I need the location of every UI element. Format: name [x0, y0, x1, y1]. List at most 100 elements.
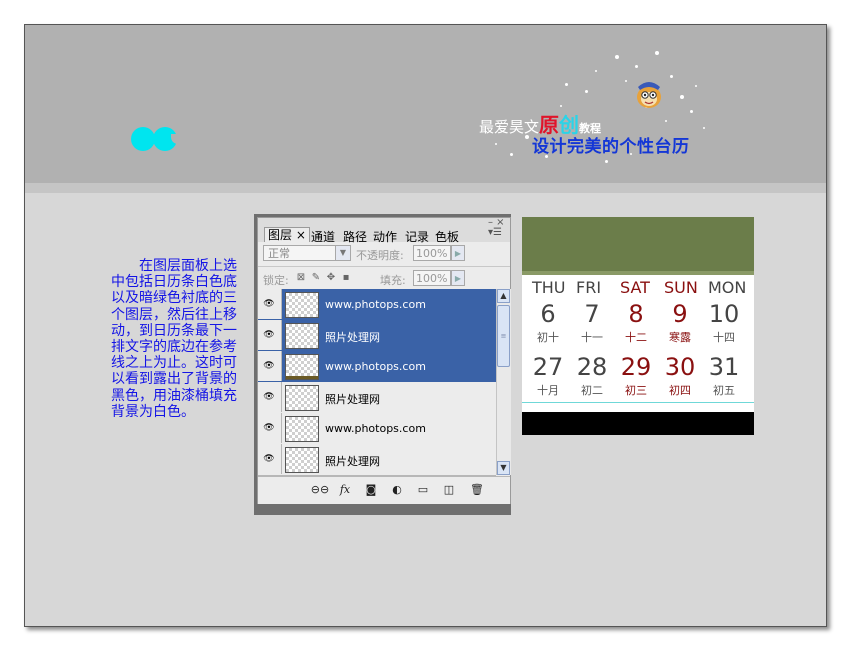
- layer-thumbnail: [285, 447, 319, 473]
- weekday-label: SAT: [620, 278, 650, 297]
- site-logo: [131, 127, 184, 153]
- calendar-separator: [522, 271, 754, 275]
- tutorial-frame: 最爱昊文原创教程 设计完美的个性台历 在图层面板上选中包括日历条白色底以及暗绿色…: [24, 24, 827, 627]
- calendar-green-header: [522, 217, 754, 271]
- tutorial-subtitle: 设计完美的个性台历: [532, 137, 690, 157]
- day-number: 27: [532, 353, 564, 381]
- day-number: 29: [620, 353, 652, 381]
- folder-icon[interactable]: ▭: [416, 483, 430, 497]
- weekday-label: SUN: [664, 278, 698, 297]
- lunar-date: 十一: [581, 331, 603, 344]
- opacity-input[interactable]: 100%: [413, 245, 451, 261]
- lunar-date: 寒露: [669, 331, 691, 344]
- opacity-slider-arrow-icon[interactable]: ▶: [451, 245, 465, 261]
- lock-move-icon[interactable]: ✥: [326, 273, 336, 283]
- layer-row[interactable]: 👁 照片处理网: [258, 444, 496, 476]
- sparkle: [690, 110, 693, 113]
- visibility-toggle[interactable]: 👁: [258, 320, 282, 350]
- sparkle: [615, 55, 619, 59]
- sparkle: [585, 90, 588, 93]
- new-layer-icon[interactable]: ◫: [442, 483, 456, 497]
- opacity-label: 不透明度:: [356, 249, 404, 262]
- layer-thumbnail: [285, 354, 319, 380]
- sparkle: [495, 143, 497, 145]
- panel-controls[interactable]: – × ▾☰: [488, 218, 505, 238]
- visibility-toggle[interactable]: 👁: [258, 289, 282, 319]
- calendar-preview: THU FRI SAT SUN MON 6 初十 7 十一 8 十二 9 寒露 10 十四 27 十月 28 初二 2…: [522, 217, 754, 435]
- layer-row[interactable]: 👁 www.photops.com: [258, 413, 496, 445]
- day-number: 10: [708, 300, 740, 328]
- visibility-toggle[interactable]: 👁: [258, 382, 282, 412]
- sparkle: [670, 75, 673, 78]
- blend-mode-value: 正常: [268, 247, 290, 260]
- eye-icon: 👁: [263, 330, 275, 340]
- day-number: 8: [628, 300, 644, 328]
- sparkle: [695, 85, 697, 87]
- fill-input[interactable]: 100%: [413, 270, 451, 286]
- sparkle: [605, 160, 608, 163]
- sparkle: [625, 80, 627, 82]
- panel-bottom-bar: ⊖⊖ fx ◙ ◐ ▭ ◫ 🗑: [258, 476, 510, 504]
- sparkle: [635, 65, 638, 68]
- layer-name: www.photops.com: [325, 422, 426, 435]
- blend-row: 正常 ▼ 不透明度: 100% ▶: [258, 242, 510, 264]
- lunar-date: 十月: [537, 384, 559, 397]
- day-number: 6: [540, 300, 556, 328]
- chevron-down-icon[interactable]: ▼: [335, 246, 350, 260]
- panel-tabbar: 图层 × 通道 路径 动作 记录 色板 – × ▾☰: [258, 218, 510, 244]
- sparkle: [560, 105, 562, 107]
- adjustment-icon[interactable]: ◐: [390, 483, 404, 497]
- layer-row[interactable]: 👁 www.photops.com: [258, 351, 496, 383]
- layer-row[interactable]: 👁 照片处理网: [258, 382, 496, 414]
- lock-label: 锁定:: [263, 274, 289, 287]
- layer-row[interactable]: 👁 www.photops.com: [258, 289, 496, 321]
- lunar-date: 十二: [625, 331, 647, 344]
- layer-thumbnail: [285, 323, 319, 349]
- day-number: 31: [708, 353, 740, 381]
- scroll-thumb[interactable]: ≡: [497, 305, 510, 367]
- fill-label: 填充:: [380, 274, 406, 287]
- lunar-date: 初五: [713, 384, 735, 397]
- layer-row[interactable]: 👁 照片处理网: [258, 320, 496, 352]
- sparkle: [595, 70, 597, 72]
- layer-list-scrollbar[interactable]: ▲ ≡ ▼: [496, 289, 511, 475]
- lunar-date: 初四: [669, 384, 691, 397]
- layer-thumbnail: [285, 416, 319, 442]
- visibility-toggle[interactable]: 👁: [258, 444, 282, 474]
- blend-mode-select[interactable]: 正常 ▼: [263, 245, 351, 261]
- sparkle: [680, 95, 684, 99]
- layer-name: www.photops.com: [325, 298, 426, 311]
- layer-thumbnail: [285, 385, 319, 411]
- day-number: 28: [576, 353, 608, 381]
- tab-layers[interactable]: 图层 ×: [264, 227, 310, 242]
- visibility-toggle[interactable]: 👁: [258, 413, 282, 443]
- scroll-down-icon[interactable]: ▼: [497, 461, 510, 475]
- header-banner: 最爱昊文原创教程 设计完美的个性台历: [25, 25, 826, 183]
- sparkle: [655, 51, 659, 55]
- lunar-date: 初三: [625, 384, 647, 397]
- layer-name: 照片处理网: [325, 393, 380, 406]
- weekday-label: FRI: [576, 278, 602, 297]
- layer-name: 照片处理网: [325, 331, 380, 344]
- day-number: 7: [584, 300, 600, 328]
- fill-slider-arrow-icon[interactable]: ▶: [451, 270, 465, 286]
- visibility-toggle[interactable]: 👁: [258, 351, 282, 381]
- scroll-up-icon[interactable]: ▲: [497, 289, 510, 303]
- weekday-label: MON: [708, 278, 747, 297]
- eye-icon: 👁: [263, 392, 275, 402]
- sparkle: [510, 153, 513, 156]
- weekday-label: THU: [532, 278, 566, 297]
- lock-brush-icon[interactable]: ✎: [311, 273, 321, 283]
- layers-panel: 图层 × 通道 路径 动作 记录 色板 – × ▾☰ 正常 ▼ 不透明度: 100…: [254, 214, 511, 515]
- link-icon[interactable]: ⊖⊖: [310, 483, 330, 497]
- sparkle: [703, 127, 706, 130]
- trash-icon[interactable]: 🗑: [470, 483, 484, 497]
- lock-all-icon[interactable]: ▪: [341, 273, 351, 283]
- guide-line: [522, 402, 754, 403]
- lock-transparency-icon[interactable]: ⊠: [296, 273, 306, 283]
- black-background-strip: [522, 412, 754, 435]
- fx-icon[interactable]: fx: [338, 483, 352, 497]
- mask-icon[interactable]: ◙: [364, 483, 378, 497]
- eye-icon: 👁: [263, 299, 275, 309]
- panel-menu-icon[interactable]: ▾☰: [488, 227, 502, 238]
